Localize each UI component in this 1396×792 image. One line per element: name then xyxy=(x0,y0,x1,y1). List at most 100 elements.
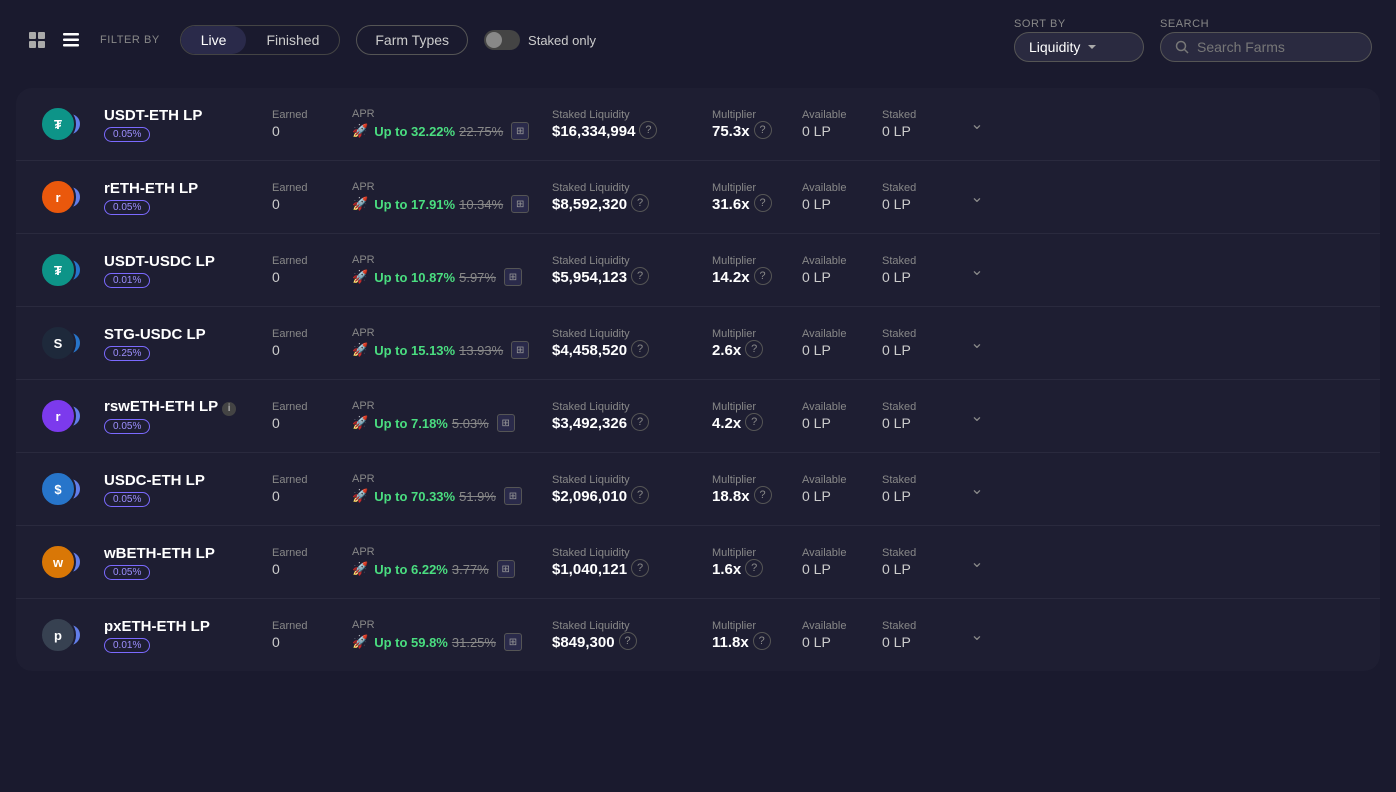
help-icon[interactable]: ? xyxy=(639,121,657,139)
help-icon[interactable]: ? xyxy=(631,267,649,285)
multiplier-help-icon[interactable]: ? xyxy=(745,340,763,358)
expand-button[interactable]: ⌄ xyxy=(966,402,987,430)
apr-up-value: Up to 15.13% xyxy=(374,343,455,358)
farm-multiplier: Multiplier 31.6x ? xyxy=(712,182,802,213)
apr-up-value: Up to 7.18% xyxy=(374,416,448,431)
sort-by-wrap: SORT BY Liquidity xyxy=(1014,18,1144,62)
list-view-button[interactable] xyxy=(58,27,84,53)
staked-only-toggle-wrap: Staked only xyxy=(484,30,596,50)
top-bar: FILTER BY Live Finished Farm Types Stake… xyxy=(0,0,1396,80)
farm-types-button[interactable]: Farm Types xyxy=(356,25,468,55)
expand-button[interactable]: ⌄ xyxy=(966,548,987,576)
search-input[interactable] xyxy=(1197,39,1357,55)
farm-multiplier: Multiplier 1.6x ? xyxy=(712,547,802,578)
available-label: Available xyxy=(802,109,882,121)
search-label: SEARCH xyxy=(1160,18,1372,30)
farm-name: rswETH-ETH LPi xyxy=(104,398,264,416)
apr-calc-icon[interactable]: ⊞ xyxy=(504,487,522,505)
help-icon[interactable]: ? xyxy=(631,340,649,358)
apr-calc-icon[interactable]: ⊞ xyxy=(511,122,529,140)
farm-name: USDT-ETH LP xyxy=(104,107,264,124)
info-icon[interactable]: i xyxy=(222,402,236,416)
earned-label: Earned xyxy=(272,401,352,413)
table-row: ₮ $ USDT-USDC LP 0.01% Earned 0 APR 🚀 Up… xyxy=(16,234,1380,307)
help-icon[interactable]: ? xyxy=(631,486,649,504)
farm-apr: APR 🚀 Up to 70.33% 51.9% ⊞ xyxy=(352,473,552,505)
farm-name: wBETH-ETH LP xyxy=(104,545,264,562)
rocket-icon: 🚀 xyxy=(352,196,368,212)
apr-strike-value: 3.77% xyxy=(452,562,489,577)
finished-filter-button[interactable]: Finished xyxy=(246,26,339,54)
farm-staked: Staked 0 LP xyxy=(882,328,962,358)
apr-calc-icon[interactable]: ⊞ xyxy=(511,195,529,213)
farm-staked-liquidity: Staked Liquidity $4,458,520 ? xyxy=(552,328,712,359)
farm-badge: 0.05% xyxy=(104,565,150,580)
staked-label: Staked xyxy=(882,547,962,559)
sort-value: Liquidity xyxy=(1029,39,1080,55)
farm-name-wrap: STG-USDC LP 0.25% xyxy=(104,326,264,361)
multiplier-label: Multiplier xyxy=(712,182,802,194)
expand-button[interactable]: ⌄ xyxy=(966,475,987,503)
rocket-icon: 🚀 xyxy=(352,342,368,358)
multiplier-help-icon[interactable]: ? xyxy=(754,121,772,139)
farm-badge: 0.01% xyxy=(104,638,150,653)
available-value: 0 LP xyxy=(802,269,882,285)
multiplier-help-icon[interactable]: ? xyxy=(754,194,772,212)
earned-value: 0 xyxy=(272,634,352,650)
chevron-down-icon xyxy=(1086,41,1098,53)
search-wrap: SEARCH xyxy=(1160,18,1372,62)
filter-by-label: FILTER BY xyxy=(100,34,160,46)
apr-calc-icon[interactable]: ⊞ xyxy=(504,633,522,651)
farm-icons: r Ξ xyxy=(40,179,96,215)
farm-multiplier: Multiplier 2.6x ? xyxy=(712,328,802,359)
apr-strike-value: 10.34% xyxy=(459,197,503,212)
earned-label: Earned xyxy=(272,109,352,121)
farm-apr: APR 🚀 Up to 6.22% 3.77% ⊞ xyxy=(352,546,552,578)
apr-calc-icon[interactable]: ⊞ xyxy=(504,268,522,286)
expand-button[interactable]: ⌄ xyxy=(966,183,987,211)
farm-apr: APR 🚀 Up to 17.91% 10.34% ⊞ xyxy=(352,181,552,213)
grid-view-button[interactable] xyxy=(24,27,50,53)
staked-value: 0 LP xyxy=(882,415,962,431)
live-filter-button[interactable]: Live xyxy=(181,26,247,54)
help-icon[interactable]: ? xyxy=(631,559,649,577)
expand-button[interactable]: ⌄ xyxy=(966,329,987,357)
staked-label: Staked xyxy=(882,620,962,632)
farm-staked-liquidity: Staked Liquidity $8,592,320 ? xyxy=(552,182,712,213)
staked-value: 0 LP xyxy=(882,123,962,139)
expand-button[interactable]: ⌄ xyxy=(966,621,987,649)
farm-earned: Earned 0 xyxy=(272,328,352,358)
multiplier-help-icon[interactable]: ? xyxy=(753,632,771,650)
expand-button[interactable]: ⌄ xyxy=(966,256,987,284)
farm-staked-liquidity: Staked Liquidity $2,096,010 ? xyxy=(552,474,712,505)
filter-btn-group: Live Finished xyxy=(180,25,341,55)
help-icon[interactable]: ? xyxy=(619,632,637,650)
multiplier-help-icon[interactable]: ? xyxy=(754,267,772,285)
farm-name-wrap: USDT-USDC LP 0.01% xyxy=(104,253,264,288)
multiplier-help-icon[interactable]: ? xyxy=(754,486,772,504)
farm-expand: ⌄ xyxy=(962,256,992,284)
apr-calc-icon[interactable]: ⊞ xyxy=(497,560,515,578)
multiplier-help-icon[interactable]: ? xyxy=(745,559,763,577)
available-label: Available xyxy=(802,182,882,194)
earned-label: Earned xyxy=(272,620,352,632)
help-icon[interactable]: ? xyxy=(631,194,649,212)
farm-name-wrap: pxETH-ETH LP 0.01% xyxy=(104,618,264,653)
farm-icons: S $ xyxy=(40,325,96,361)
available-value: 0 LP xyxy=(802,488,882,504)
apr-calc-icon[interactable]: ⊞ xyxy=(497,414,515,432)
farm-badge: 0.05% xyxy=(104,419,150,434)
rocket-icon: 🚀 xyxy=(352,269,368,285)
multiplier-label: Multiplier xyxy=(712,474,802,486)
apr-calc-icon[interactable]: ⊞ xyxy=(511,341,529,359)
staked-liq-label: Staked Liquidity xyxy=(552,547,712,559)
farm-apr: APR 🚀 Up to 59.8% 31.25% ⊞ xyxy=(352,619,552,651)
staked-liq-label: Staked Liquidity xyxy=(552,328,712,340)
expand-button[interactable]: ⌄ xyxy=(966,110,987,138)
staked-only-toggle[interactable] xyxy=(484,30,520,50)
multiplier-help-icon[interactable]: ? xyxy=(745,413,763,431)
available-label: Available xyxy=(802,401,882,413)
help-icon[interactable]: ? xyxy=(631,413,649,431)
multiplier-value: 11.8x xyxy=(712,634,749,651)
sort-select[interactable]: Liquidity xyxy=(1014,32,1144,62)
